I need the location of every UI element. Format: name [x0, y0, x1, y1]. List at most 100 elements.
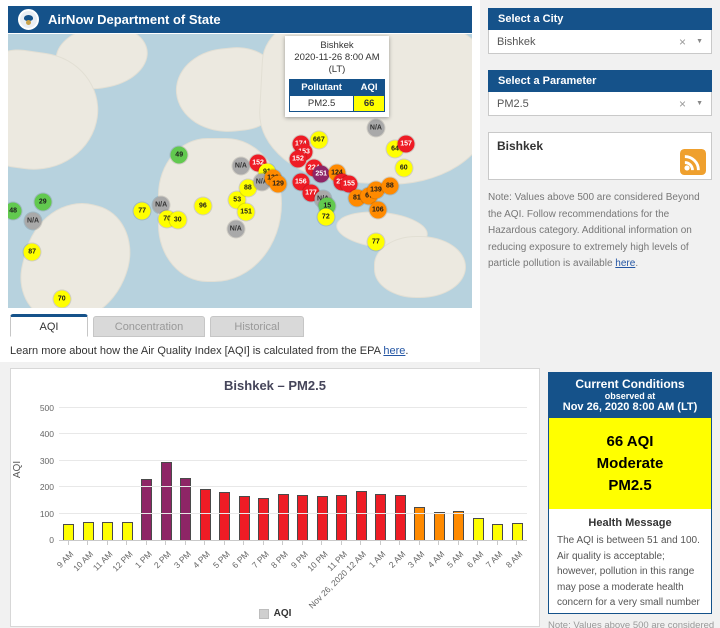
parameter-select-value: PM2.5 — [497, 98, 679, 110]
aqi-bar-10-pm[interactable] — [317, 496, 328, 540]
aqi-bar-3-pm[interactable] — [180, 478, 191, 540]
health-message-section: Health Message The AQI is between 51 and… — [549, 509, 711, 614]
aqi-bar-11-pm[interactable] — [336, 495, 347, 540]
health-message-text: The AQI is between 51 and 100. Air quali… — [557, 533, 703, 614]
bar-slot — [410, 409, 430, 540]
city-select[interactable]: Bishkek × ▼ — [488, 30, 712, 54]
x-tick: 8 PM — [274, 544, 294, 606]
popup-timezone: (LT) — [289, 64, 385, 76]
gridline — [59, 513, 527, 514]
city-caret-down-icon[interactable]: ▼ — [696, 38, 703, 45]
aqi-bar-11-am[interactable] — [102, 522, 113, 540]
chart-legend[interactable]: AQI — [11, 608, 539, 619]
aqi-marker-251[interactable]: 251 — [313, 166, 330, 183]
aqi-bar-12-pm[interactable] — [122, 522, 133, 540]
bar-slot — [352, 409, 372, 540]
epa-here-link[interactable]: here — [383, 345, 405, 357]
aqi-marker-88[interactable]: 88 — [381, 178, 398, 195]
tab-aqi[interactable]: AQI — [10, 314, 88, 337]
tab-concentration[interactable]: Concentration — [93, 316, 205, 337]
aqi-marker-29[interactable]: 29 — [34, 193, 51, 210]
dos-seal-icon — [18, 9, 39, 30]
x-tick: 1 PM — [137, 544, 157, 606]
aqi-bar-1-am[interactable] — [375, 494, 386, 540]
aqi-marker-na[interactable]: N/A — [25, 212, 42, 229]
aqi-marker-60[interactable]: 60 — [395, 159, 412, 176]
chart-title: Bishkek – PM2.5 — [11, 378, 539, 393]
map-popup: Bishkek 2020-11-26 8:00 AM (LT) Pollutan… — [285, 36, 389, 117]
aqi-marker-77[interactable]: 77 — [134, 203, 151, 220]
chart-plot-area: 0100200300400500 — [59, 409, 527, 541]
x-tick: 3 AM — [410, 544, 430, 606]
aqi-bar-8-pm[interactable] — [278, 494, 289, 540]
bar-slot — [98, 409, 118, 540]
aqi-marker-70[interactable]: 70 — [53, 290, 70, 307]
bar-slot — [313, 409, 333, 540]
rss-feed-icon[interactable] — [680, 149, 706, 175]
aqi-bar-9-am[interactable] — [63, 524, 74, 540]
x-tick: 11 AM — [98, 544, 118, 606]
aqi-bar-4-am[interactable] — [434, 512, 445, 540]
aqi-marker-667[interactable]: 667 — [310, 132, 327, 149]
aqi-bar-2-pm[interactable] — [161, 462, 172, 540]
current-aqi-value: 66 AQI — [553, 431, 707, 453]
aqi-marker-30[interactable]: 30 — [169, 212, 186, 229]
aqi-marker-na[interactable]: N/A — [227, 221, 244, 238]
aqi-marker-87[interactable]: 87 — [24, 244, 41, 261]
parameter-clear-icon[interactable]: × — [679, 97, 686, 111]
bar-slot — [215, 409, 235, 540]
gridline — [59, 460, 527, 461]
aqi-bar-7-pm[interactable] — [258, 498, 269, 540]
current-aqi-pollutant: PM2.5 — [553, 475, 707, 497]
aqi-marker-152[interactable]: 152 — [290, 150, 307, 167]
aqi-marker-48[interactable]: 48 — [8, 203, 22, 220]
observed-datetime: Nov 26, 2020 8:00 AM (LT) — [551, 401, 709, 413]
aqi-bar-9-pm[interactable] — [297, 495, 308, 540]
aqi-bar-1-pm[interactable] — [141, 479, 152, 540]
y-tick-label: 400 — [40, 429, 54, 439]
world-map[interactable]: 4829N/A877077N/A70304996N/A5315188N/A152… — [8, 34, 472, 308]
aqi-marker-49[interactable]: 49 — [171, 147, 188, 164]
aqi-marker-na[interactable]: N/A — [232, 158, 249, 175]
y-tick-label: 0 — [49, 535, 54, 545]
y-tick-label: 300 — [40, 456, 54, 466]
learn-more-label: Learn more about how the Air Quality Ind… — [10, 345, 383, 357]
x-tick: 7 PM — [254, 544, 274, 606]
aqi-marker-na[interactable]: N/A — [367, 119, 384, 136]
aqi-bar-4-pm[interactable] — [200, 489, 211, 540]
aqi-bar-2-am[interactable] — [395, 495, 406, 540]
x-tick: 2 PM — [157, 544, 177, 606]
aqi-marker-106[interactable]: 106 — [369, 201, 386, 218]
learn-more-period: . — [405, 345, 408, 357]
aqi-marker-151[interactable]: 151 — [238, 204, 255, 221]
tab-historical[interactable]: Historical — [210, 316, 304, 337]
x-tick-label: 3 AM — [406, 549, 427, 570]
legend-label: AQI — [274, 608, 292, 619]
gridline — [59, 407, 527, 408]
parameter-caret-down-icon[interactable]: ▼ — [696, 100, 703, 107]
sidebar-here-link[interactable]: here — [615, 258, 635, 269]
aqi-marker-77[interactable]: 77 — [367, 233, 384, 250]
x-tick: 1 AM — [371, 544, 391, 606]
current-aqi-box: 66 AQI Moderate PM2.5 — [549, 418, 711, 509]
popup-col-aqi: AQI — [354, 79, 385, 95]
aqi-bar-6-pm[interactable] — [239, 496, 250, 540]
observed-at-label: observed at — [551, 391, 709, 401]
sidebar-note-text: Note: Values above 500 are considered Be… — [488, 192, 700, 269]
aqi-bar-10-am[interactable] — [83, 522, 94, 540]
aqi-bar-nov-26-2020-12-am[interactable] — [356, 491, 367, 540]
aqi-bar-5-am[interactable] — [453, 511, 464, 540]
app-title: AirNow Department of State — [48, 12, 221, 27]
x-tick-label: 2 AM — [387, 549, 408, 570]
popup-table: Pollutant AQI PM2.5 66 — [289, 79, 385, 112]
aqi-bar-5-pm[interactable] — [219, 492, 230, 540]
bar-slot — [293, 409, 313, 540]
aqi-marker-157[interactable]: 157 — [398, 135, 415, 152]
aqi-marker-96[interactable]: 96 — [194, 198, 211, 215]
bar-slot — [196, 409, 216, 540]
aqi-marker-72[interactable]: 72 — [317, 209, 334, 226]
parameter-select[interactable]: PM2.5 × ▼ — [488, 92, 712, 116]
city-clear-icon[interactable]: × — [679, 35, 686, 49]
x-tick-label: 1 AM — [367, 549, 388, 570]
aqi-marker-129[interactable]: 129 — [270, 175, 287, 192]
